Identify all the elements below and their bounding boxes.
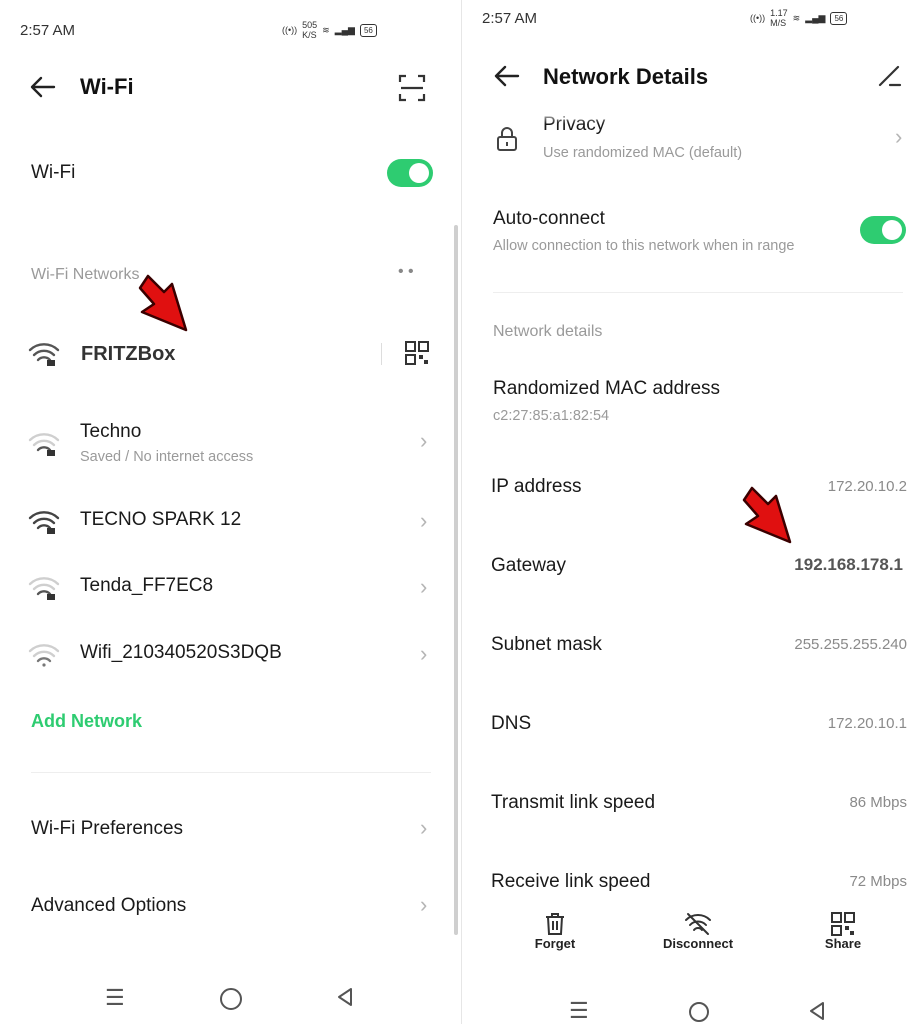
wifi-off-icon [658, 912, 738, 936]
forget-label: Forget [534, 936, 576, 951]
page-title: Network Details [543, 64, 709, 89]
chevron-right-icon: › [420, 641, 428, 666]
share-label: Share [824, 936, 862, 951]
edit-icon[interactable] [876, 63, 902, 89]
detail-label: Gateway [491, 555, 566, 576]
detail-value: 255.255.255.240 [794, 636, 907, 653]
autoconnect-title: Auto-connect [493, 208, 605, 229]
battery-icon: 56 [830, 11, 848, 25]
signal-icon: ▂▄▆ [334, 24, 355, 35]
forget-button[interactable]: Forget [525, 912, 585, 951]
row-divider [381, 343, 382, 365]
network-name: TECNO SPARK 12 [80, 509, 242, 530]
network-speed: 505 K/S [302, 20, 318, 40]
wifi-toggle[interactable] [387, 159, 433, 187]
status-icons: ((•)) 1.17 M/S ≋ ▂▄▆ 56 [750, 8, 848, 28]
back-nav-icon[interactable] [809, 1001, 825, 1024]
wifi-open-icon [28, 641, 60, 669]
divider [493, 292, 903, 293]
share-button[interactable]: Share [813, 912, 873, 951]
chevron-right-icon: › [895, 124, 903, 149]
status-time: 2:57 AM [482, 10, 538, 27]
chevron-right-icon: › [420, 428, 428, 453]
chevron-right-icon: › [420, 815, 428, 840]
red-arrow-icon [742, 484, 792, 546]
gateway-value: 192.168.178.1 [794, 555, 903, 574]
advanced-options-label: Advanced Options [31, 895, 187, 916]
lock-icon [496, 126, 518, 152]
page-title: Wi-Fi [80, 74, 134, 99]
privacy-subtitle: Use randomized MAC (default) [543, 145, 743, 161]
trash-icon [525, 912, 585, 936]
connected-network-name: FRITZBox [81, 343, 176, 365]
home-nav-icon[interactable] [220, 988, 242, 1010]
network-details-screen: 2:57 AM ((•)) 1.17 M/S ≋ ▂▄▆ 56 Network D… [461, 0, 922, 1024]
mac-address-value: c2:27:85:a1:82:54 [493, 408, 610, 424]
detail-value: 172.20.10.1 [827, 715, 907, 732]
scrollbar[interactable] [454, 225, 458, 935]
wifi-status-icon: ≋ [322, 24, 330, 35]
hotspot-icon: ((•)) [282, 25, 298, 35]
chevron-right-icon: › [420, 892, 428, 917]
battery-icon: 56 [359, 23, 377, 37]
back-arrow-icon[interactable] [28, 72, 58, 102]
status-time: 2:57 AM [20, 22, 76, 39]
network-status: Saved / No internet access [80, 449, 254, 465]
disconnect-button[interactable]: Disconnect [658, 912, 738, 951]
menu-nav-icon[interactable]: ☰ [569, 998, 589, 1024]
wifi-locked-icon [28, 340, 60, 368]
add-network-link[interactable]: Add Network [31, 711, 142, 732]
chevron-right-icon: › [420, 574, 428, 599]
wifi-weak-icon [28, 430, 60, 458]
wifi-toggle-label: Wi-Fi [31, 162, 76, 183]
detail-label: Transmit link speed [491, 792, 656, 813]
wifi-status-icon: ≋ [792, 12, 801, 23]
network-name: Techno [80, 421, 142, 442]
red-arrow-icon [138, 272, 188, 334]
back-arrow-icon[interactable] [492, 61, 522, 91]
more-options-icon[interactable]: • • [398, 263, 414, 281]
home-nav-icon[interactable] [689, 1002, 709, 1022]
wifi-preferences-label: Wi-Fi Preferences [31, 818, 184, 839]
autoconnect-toggle[interactable] [860, 216, 906, 244]
detail-label: Subnet mask [491, 634, 602, 655]
detail-label: IP address [491, 476, 582, 497]
detail-value: 72 Mbps [849, 873, 907, 890]
wifi-locked-icon [28, 508, 60, 536]
back-nav-icon[interactable] [337, 987, 353, 1012]
network-name: Tenda_FF7EC8 [80, 575, 214, 596]
networks-header: Wi-Fi Networks [31, 266, 140, 283]
wifi-weak-icon [28, 574, 60, 602]
share-qr-icon[interactable] [405, 341, 429, 365]
detail-label: Receive link speed [491, 871, 651, 892]
mac-address-title: Randomized MAC address [493, 378, 721, 399]
network-speed: 1.17 M/S [770, 8, 788, 28]
detail-label: DNS [491, 713, 532, 734]
wifi-screen: 2:57 AM ((•)) 505 K/S ≋ ▂▄▆ 56 Wi-Fi Wi-F… [0, 0, 461, 1024]
detail-value: 86 Mbps [849, 794, 907, 811]
detail-value: 172.20.10.2 [827, 478, 907, 495]
scan-qr-icon[interactable] [398, 74, 426, 102]
qr-code-icon [813, 912, 873, 936]
hotspot-icon: ((•)) [750, 13, 766, 23]
details-header: Network details [493, 323, 603, 340]
scroll-fade [462, 110, 922, 124]
autoconnect-subtitle: Allow connection to this network when in… [493, 238, 795, 254]
disconnect-label: Disconnect [662, 936, 734, 951]
chevron-right-icon: › [420, 508, 428, 533]
network-name: Wifi_210340520S3DQB [80, 642, 282, 663]
menu-nav-icon[interactable]: ☰ [105, 985, 125, 1011]
divider [31, 772, 431, 773]
signal-icon: ▂▄▆ [805, 12, 826, 23]
status-icons: ((•)) 505 K/S ≋ ▂▄▆ 56 [282, 20, 377, 40]
